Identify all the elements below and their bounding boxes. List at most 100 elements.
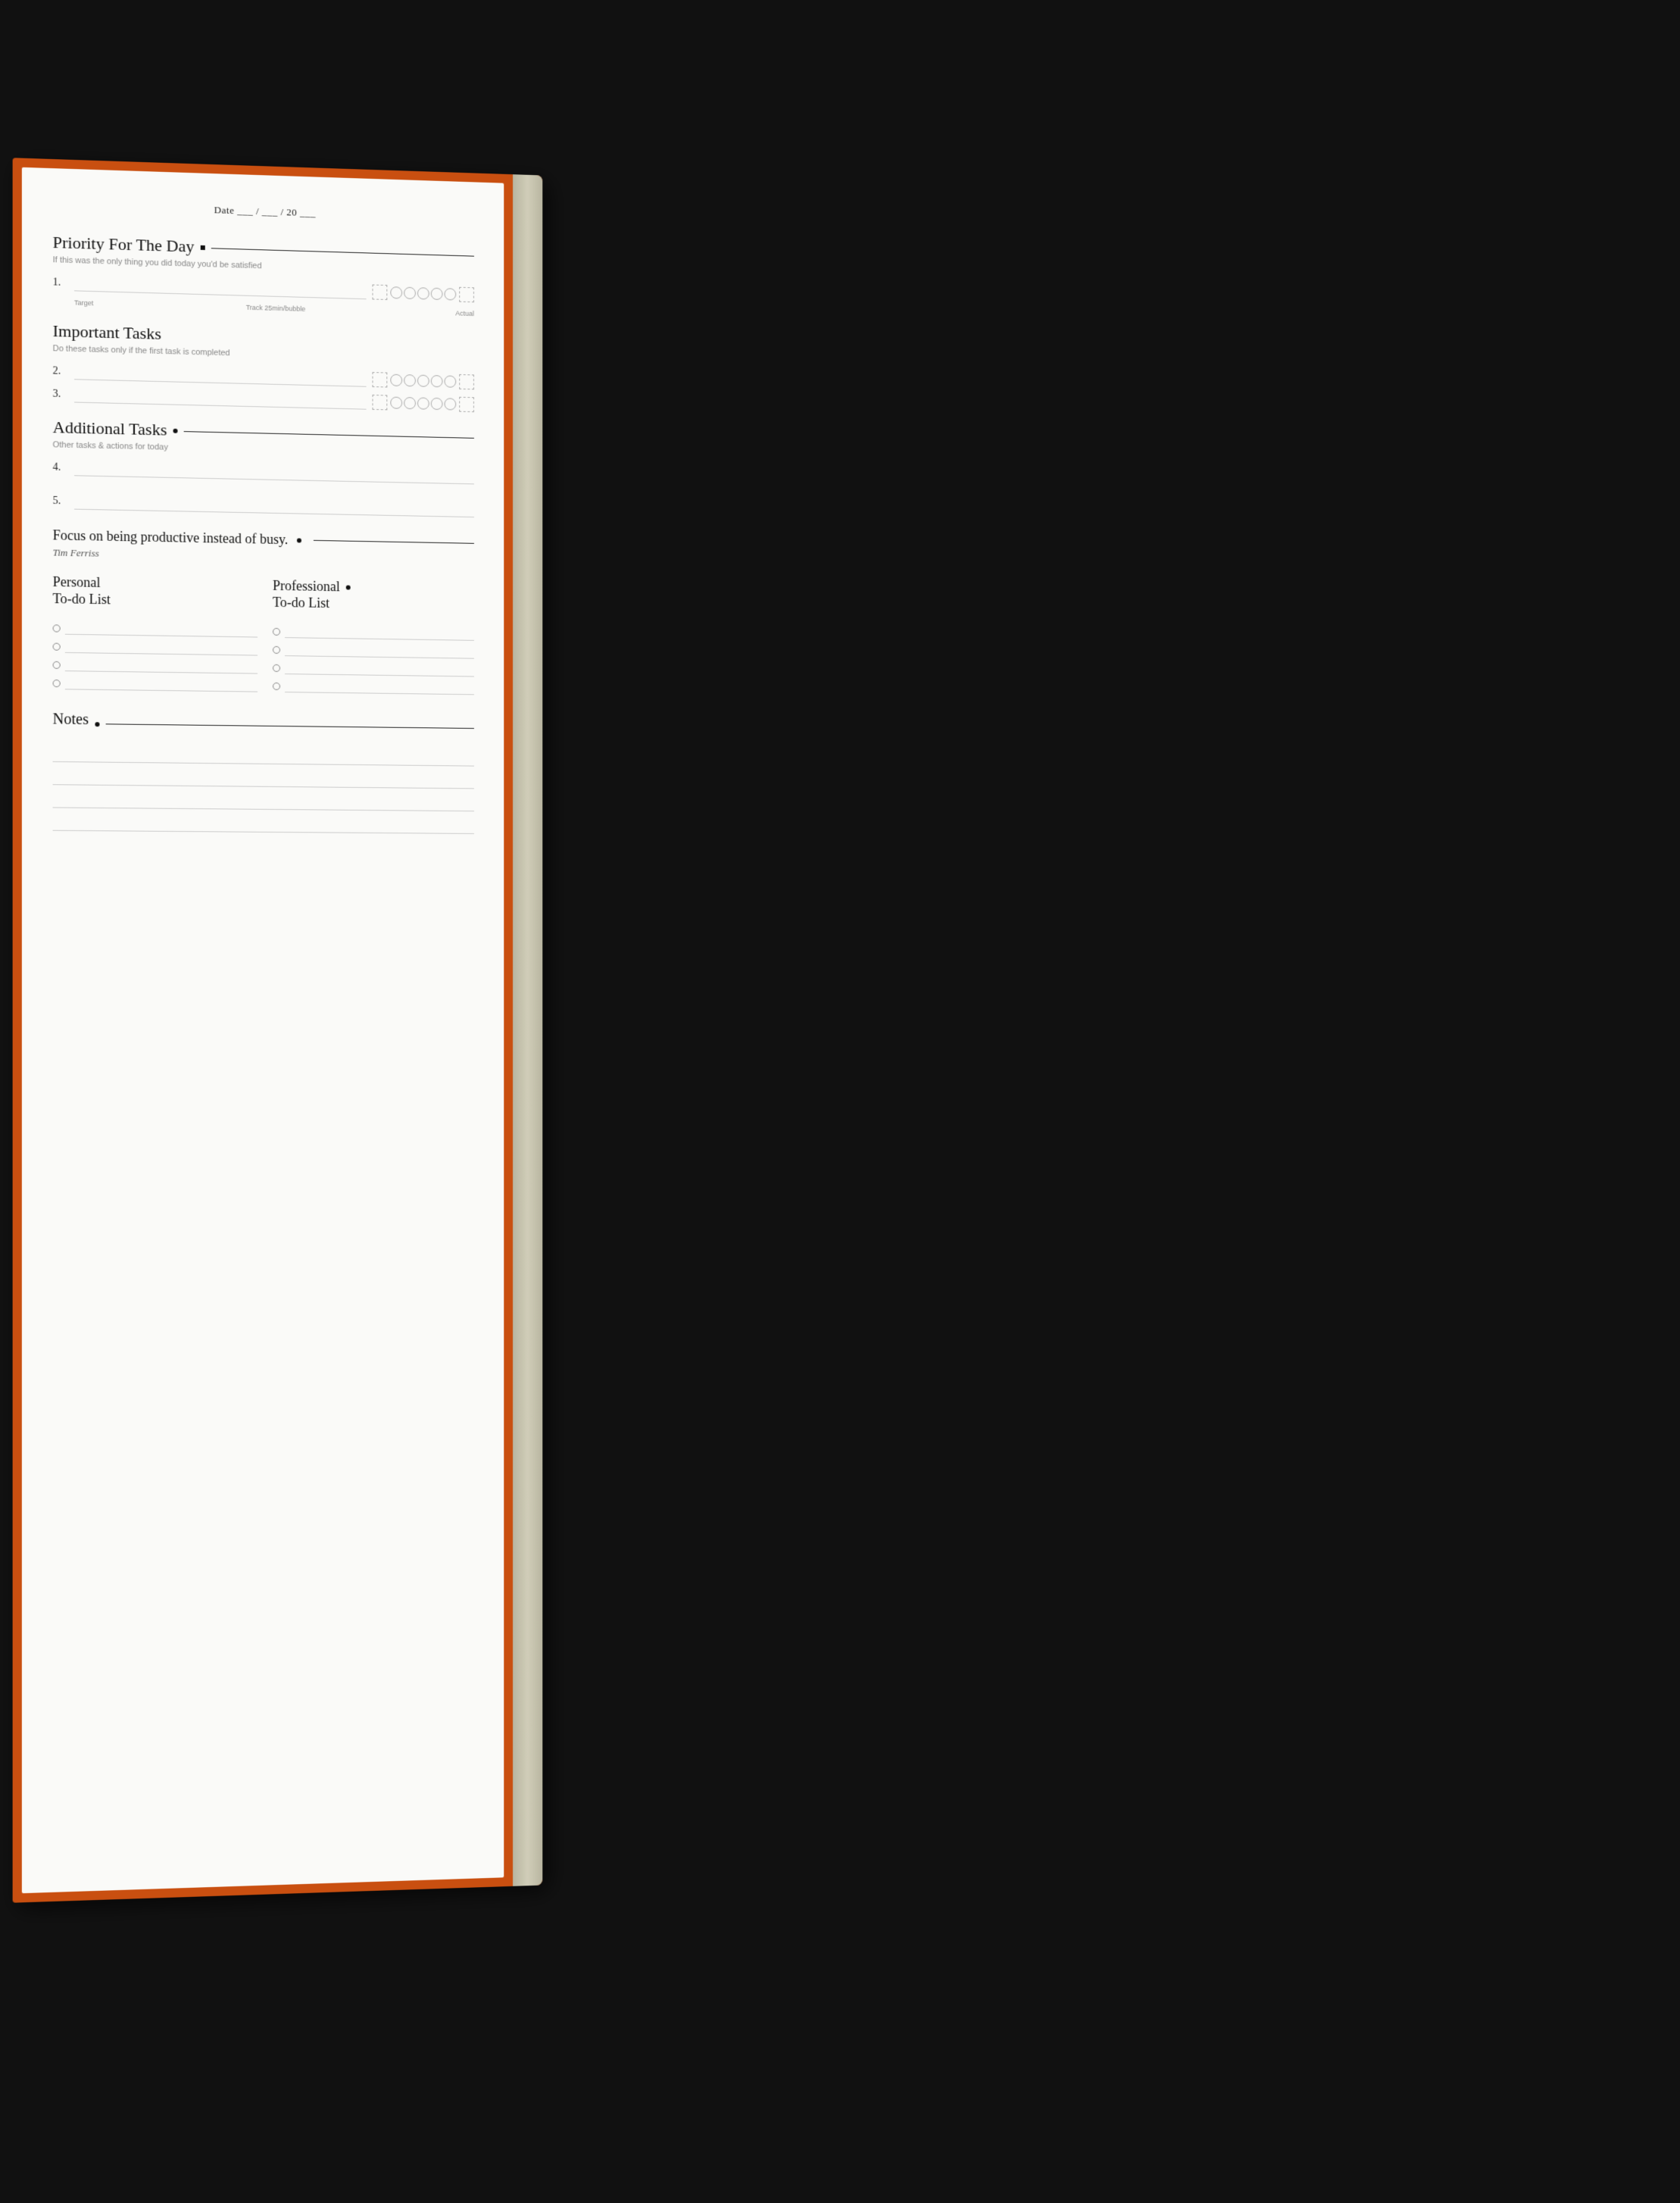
tracker-circle-2	[404, 287, 416, 299]
task-row-3-wrapper: 3.	[53, 387, 474, 412]
tracker-box3-actual	[459, 397, 474, 412]
professional-todo-column: Professional To-do List	[273, 578, 474, 702]
tracker2-circle-4	[431, 375, 443, 387]
important-section: Important Tasks Do these tasks only if t…	[53, 321, 474, 412]
professional-todo-title: Professional To-do List	[273, 578, 357, 612]
tracker2-circle-2	[404, 374, 416, 386]
tracker-box2-target	[372, 372, 387, 387]
notes-title: Notes	[53, 711, 89, 730]
personal-todo-item-3	[53, 659, 258, 674]
personal-todo-item-1	[53, 623, 258, 638]
todo-columns: Personal To-do List	[53, 574, 474, 702]
professional-circle-4	[273, 683, 280, 690]
tracker-group-1	[372, 284, 473, 302]
tracker2-circle-3	[417, 375, 429, 387]
professional-line-4	[285, 680, 474, 695]
priority-task-area: 1. Target	[53, 275, 474, 317]
additional-tasks-area: 4. 5.	[53, 460, 474, 517]
tracker-label-track: Track 25min/bubble	[246, 304, 306, 313]
tracker2-circle-5	[444, 375, 456, 387]
notebook-spine	[513, 174, 542, 1886]
task3-line	[74, 387, 367, 409]
personal-title-line1: Personal	[53, 574, 111, 592]
personal-todo-title: Personal To-do List	[53, 574, 111, 608]
date-label: Date ___ / ___ / 20 ___	[214, 204, 316, 218]
tracker3-circle-5	[444, 398, 456, 410]
personal-header-row: Personal To-do List	[53, 574, 258, 618]
professional-title-line1: Professional	[273, 578, 340, 595]
additional-section: Additional Tasks Other tasks & actions f…	[53, 417, 474, 517]
task4-line	[74, 461, 474, 484]
notebook-page: Date ___ / ___ / 20 ___ Priority For The…	[22, 167, 504, 1893]
notes-header-row: Notes	[53, 711, 474, 742]
tracker-circle-3	[417, 287, 429, 299]
tracker-group-3	[372, 395, 473, 412]
tracker2-circle-1	[390, 374, 402, 386]
notes-line-2	[53, 767, 474, 789]
professional-circle-3	[273, 664, 280, 672]
task-row-4: 4.	[53, 460, 474, 484]
tracker-circle-1	[390, 286, 402, 298]
professional-todo-item-1	[273, 626, 474, 641]
tracker-circles-3	[390, 397, 456, 411]
notes-line-4	[53, 813, 474, 834]
tracker-box2-actual	[459, 374, 474, 389]
tracker-circle-5	[444, 288, 456, 300]
professional-circle-1	[273, 628, 280, 636]
tracker-label-actual: Actual	[455, 309, 474, 317]
tracker-circles-1	[390, 286, 456, 300]
tracker3-circle-4	[431, 398, 443, 410]
personal-circle-3	[53, 661, 61, 669]
professional-todo-item-2	[273, 644, 474, 659]
priority-divider	[211, 248, 474, 256]
personal-todo-item-2	[53, 641, 258, 656]
professional-line-2	[285, 644, 474, 659]
professional-title-top: Professional	[273, 578, 357, 595]
personal-line-3	[65, 659, 258, 674]
task-row-1: 1.	[53, 275, 474, 302]
notes-line-3	[53, 789, 474, 811]
personal-circle-2	[53, 643, 61, 651]
personal-circle-1	[53, 625, 61, 633]
quote-divider	[314, 540, 474, 544]
task1-number: 1.	[53, 277, 68, 289]
additional-divider	[184, 431, 474, 439]
tracker3-circle-2	[404, 397, 416, 409]
professional-line-3	[285, 662, 474, 677]
quote-text: Focus on being productive instead of bus…	[53, 527, 289, 548]
professional-circle-2	[273, 646, 280, 654]
notebook: Date ___ / ___ / 20 ___ Priority For The…	[13, 158, 543, 1902]
date-section: Date ___ / ___ / 20 ___	[53, 198, 474, 223]
task5-number: 5.	[53, 495, 68, 508]
professional-header-row: Professional To-do List	[273, 578, 474, 621]
notes-section: Notes	[53, 711, 474, 835]
notes-divider	[105, 723, 474, 729]
task4-number: 4.	[53, 461, 68, 474]
tracker3-circle-3	[417, 397, 429, 409]
important-tasks-area: 2.	[53, 364, 474, 412]
tracker-box-actual	[459, 287, 474, 302]
additional-title: Additional Tasks	[53, 417, 167, 440]
important-title: Important Tasks	[53, 321, 161, 344]
personal-line-1	[65, 623, 258, 638]
task3-number: 3.	[53, 389, 68, 402]
priority-title: Priority For The Day	[53, 233, 195, 257]
task2-number: 2.	[53, 365, 68, 378]
personal-line-4	[65, 677, 258, 692]
tracker-label-target: Target	[74, 298, 93, 307]
tracker-circle-4	[431, 288, 443, 300]
professional-todo-item-4	[273, 680, 474, 695]
personal-line-2	[65, 641, 258, 656]
tracker-circles-2	[390, 374, 456, 388]
task1-line	[74, 276, 367, 299]
task-row-2-wrapper: 2.	[53, 364, 474, 389]
personal-circle-4	[53, 680, 61, 687]
tracker3-circle-1	[390, 397, 402, 409]
personal-title-line2: To-do List	[53, 591, 111, 608]
tracker-group-2	[372, 372, 473, 389]
priority-section: Priority For The Day If this was the onl…	[53, 233, 474, 317]
notes-line-1	[53, 744, 474, 767]
professional-line-1	[285, 626, 474, 641]
quote-section: Focus on being productive instead of bus…	[53, 527, 474, 566]
task-row-2: 2.	[53, 364, 474, 389]
